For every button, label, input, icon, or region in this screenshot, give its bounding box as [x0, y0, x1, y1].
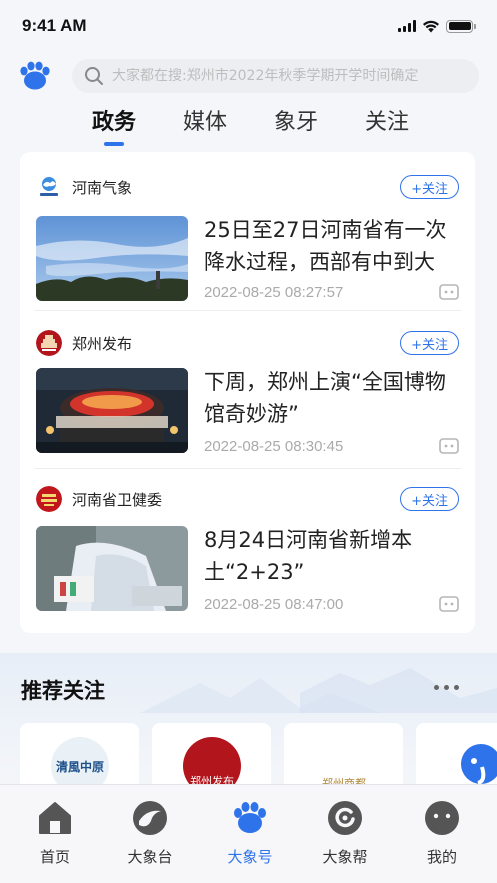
- active-tab-indicator: [104, 142, 124, 146]
- nav-help[interactable]: 大象帮: [305, 799, 385, 867]
- news-thumbnail[interactable]: [36, 368, 188, 453]
- recommended-section: 推荐关注 清風中原 郑州发布 郑州商都: [0, 653, 497, 793]
- nav-label: 首页: [39, 848, 70, 866]
- nav-label: 我的: [426, 848, 457, 866]
- recommend-card[interactable]: 清風中原: [20, 723, 139, 793]
- tab-government[interactable]: 政务: [79, 104, 149, 136]
- news-title[interactable]: 下周，郑州上演“全国博物馆奇妙游”: [204, 366, 464, 430]
- wifi-icon: [423, 20, 439, 32]
- source-row: 郑州发布 +关注: [36, 330, 459, 356]
- follow-button[interactable]: +关注: [400, 331, 459, 355]
- battery-icon: [446, 19, 476, 33]
- home-icon: [39, 802, 71, 834]
- source-row: 河南省卫健委 +关注: [36, 486, 459, 512]
- tab-following[interactable]: 关注: [352, 104, 422, 136]
- top-bar: [18, 58, 479, 94]
- news-timestamp: 2022-08-25 08:30:45: [204, 438, 344, 455]
- bottom-nav: 首页 大象台 大象号 大象帮 我的: [0, 784, 497, 883]
- cellular-signal-icon: [398, 20, 416, 32]
- source-name[interactable]: 河南省卫健委: [72, 489, 400, 510]
- recommend-card[interactable]: 郑州商都: [284, 723, 403, 793]
- nav-profile[interactable]: 我的: [402, 799, 482, 867]
- comment-icon[interactable]: [439, 438, 459, 454]
- nav-label: 大象帮: [322, 848, 368, 866]
- comment-icon[interactable]: [439, 284, 459, 300]
- news-item[interactable]: 河南气象 +关注 25日至27日河南省有一次降水过程，西部有中到大 2022-0…: [20, 152, 475, 308]
- nav-label: 大象号: [227, 848, 273, 866]
- source-name[interactable]: 河南气象: [72, 177, 400, 198]
- avatar-text: 清風中原: [55, 759, 104, 774]
- zhengzhou-release-avatar[interactable]: [36, 330, 62, 356]
- henan-health-commission-avatar[interactable]: [36, 486, 62, 512]
- category-tabs: 政务 媒体 象牙 关注: [0, 104, 497, 150]
- more-icon[interactable]: [434, 685, 459, 690]
- news-thumbnail[interactable]: [36, 216, 188, 301]
- profile-icon: [425, 801, 459, 835]
- news-item[interactable]: 河南省卫健委 +关注 8月24日河南省新增本土“2+23” 2022-08-25…: [20, 468, 475, 624]
- news-title[interactable]: 25日至27日河南省有一次降水过程，西部有中到大: [204, 214, 464, 278]
- nav-tv[interactable]: 大象台: [110, 799, 190, 867]
- tab-ivory[interactable]: 象牙: [261, 104, 331, 136]
- follow-button[interactable]: +关注: [400, 487, 459, 511]
- news-timestamp: 2022-08-25 08:47:00: [204, 596, 344, 613]
- follow-button[interactable]: +关注: [400, 175, 459, 199]
- recommend-card[interactable]: [416, 723, 497, 793]
- nav-elephant-account[interactable]: 大象号: [210, 799, 290, 867]
- source-name[interactable]: 郑州发布: [72, 333, 400, 354]
- search-icon: [85, 67, 103, 85]
- source-row: 河南气象 +关注: [36, 174, 459, 200]
- status-bar: 9:41 AM: [0, 0, 497, 52]
- search-bar[interactable]: [72, 59, 479, 93]
- nav-label: 大象台: [127, 848, 173, 866]
- news-feed-card: 河南气象 +关注 25日至27日河南省有一次降水过程，西部有中到大 2022-0…: [20, 152, 475, 633]
- news-thumbnail[interactable]: [36, 526, 188, 611]
- news-item[interactable]: 郑州发布 +关注 下周，郑州上演“全国博物馆奇妙游” 2022-08-25 08…: [20, 310, 475, 466]
- news-timestamp: 2022-08-25 08:27:57: [204, 284, 344, 301]
- comment-icon[interactable]: [439, 596, 459, 612]
- help-icon: [328, 801, 362, 835]
- recommend-title: 推荐关注: [21, 679, 105, 703]
- tv-icon: [133, 801, 167, 835]
- tab-media[interactable]: 媒体: [170, 104, 240, 136]
- paw-icon: [234, 802, 266, 833]
- henan-weather-avatar[interactable]: [36, 174, 62, 200]
- nav-home[interactable]: 首页: [15, 799, 95, 867]
- status-icons: [398, 19, 476, 33]
- search-input[interactable]: [112, 68, 467, 84]
- news-title[interactable]: 8月24日河南省新增本土“2+23”: [204, 524, 464, 588]
- recommend-card[interactable]: 郑州发布: [152, 723, 271, 793]
- status-time: 9:41 AM: [22, 16, 87, 35]
- paw-logo-icon[interactable]: [18, 59, 52, 93]
